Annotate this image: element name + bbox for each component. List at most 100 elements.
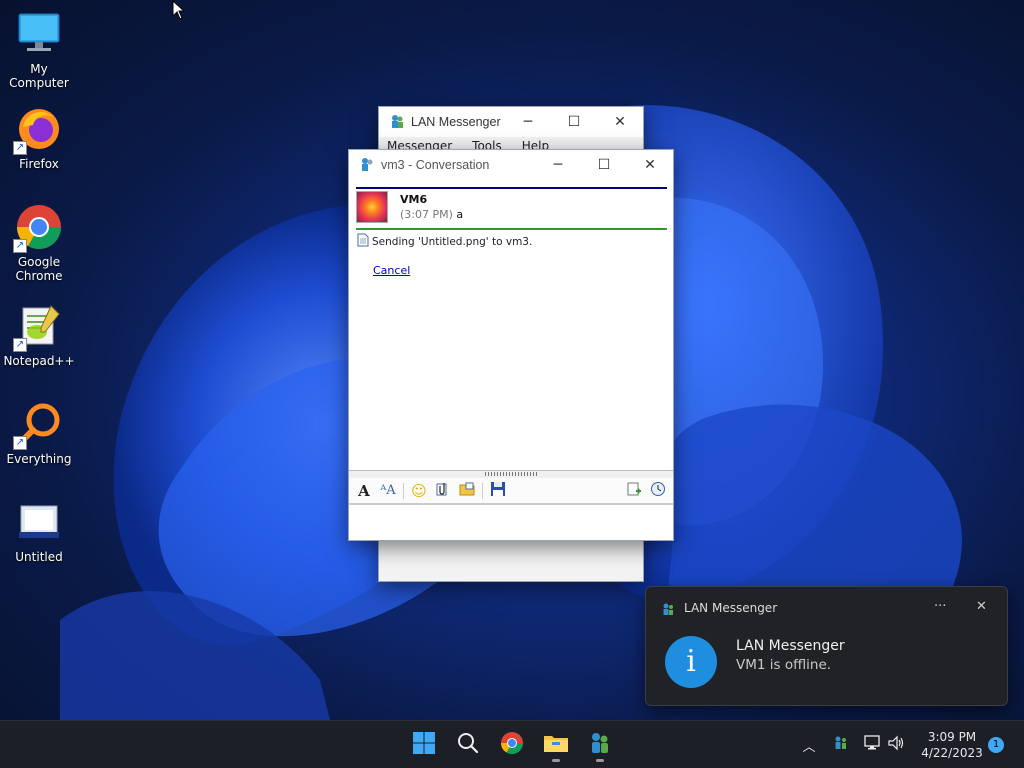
conversation-app-icon [359,156,375,175]
toast-app-icon [661,601,675,620]
save-button[interactable] [489,481,507,501]
shortcut-arrow-icon: ↗ [13,338,27,352]
cancel-link[interactable]: Cancel [373,264,410,277]
font-icon: A [358,481,370,500]
smiley-icon: ☺ [411,481,427,500]
minimize-button[interactable]: ─ [505,107,551,137]
font-color-button[interactable]: ᴬA [379,482,397,500]
history-button[interactable] [649,481,667,501]
notification-center-button[interactable]: 1 [988,721,1004,768]
floppy-disk-icon [490,481,506,501]
network-button[interactable] [862,721,884,768]
message-time: (3:07 PM) [400,208,453,221]
lan-messenger-title: LAN Messenger [411,115,501,129]
mouse-cursor-icon [172,0,186,20]
close-button[interactable]: ✕ [627,150,673,180]
message-input[interactable] [349,504,673,540]
info-icon: i [665,636,717,688]
desktop-icon-google-chrome[interactable]: ↗ Google Chrome [0,203,78,283]
folder-icon [543,731,569,759]
minimize-icon: ─ [553,157,563,173]
toast-close-button[interactable]: ✕ [976,599,987,614]
emoticon-button[interactable]: ☺ [410,482,428,500]
speaker-icon [888,735,906,755]
clock-date: 4/22/2023 [921,746,983,760]
search-icon [456,731,480,759]
running-indicator [596,759,604,762]
splitter-grip [485,472,539,476]
maximize-icon: ☐ [567,114,581,130]
toast-app-name: LAN Messenger [684,601,778,615]
shortcut-arrow-icon: ↗ [13,436,27,450]
search-button[interactable] [452,729,484,761]
folder-icon [459,481,475,501]
shortcut-arrow-icon: ↗ [13,239,27,253]
file-icon [357,233,369,250]
send-file-button[interactable] [434,482,452,500]
conversation-toolbar: A ᴬA ☺ [349,478,673,504]
clock-button[interactable]: 3:09 PM 4/22/2023 [916,721,988,768]
taskbar-lan-messenger-button[interactable] [584,729,616,762]
tray-lan-messenger-button[interactable] [830,721,852,768]
maximize-button[interactable]: ☐ [581,150,627,180]
conversation-title: vm3 - Conversation [381,158,490,172]
message-header-rule [356,187,667,189]
minimize-button[interactable]: ─ [535,150,581,180]
history-clock-icon [650,481,666,501]
monitor-icon [15,10,63,58]
toast-body: VM1 is offline. [736,657,832,673]
windows-logo-icon [412,731,436,759]
desktop-icon-firefox[interactable]: ↗ Firefox [0,105,78,171]
desktop-icon-my-computer[interactable]: My Computer [0,10,78,90]
taskbar-file-explorer-button[interactable] [540,729,572,762]
taskbar-chrome-button[interactable] [496,729,528,761]
splitter-handle[interactable] [349,470,673,478]
notepad-plus-plus-icon: ↗ [13,302,63,352]
lan-messenger-titlebar[interactable]: LAN Messenger ─ ☐ ✕ [379,107,643,137]
clock-time: 3:09 PM [927,730,977,744]
notification-badge: 1 [988,737,1004,753]
everything-search-icon: ↗ [13,400,63,450]
desktop-icon-untitled[interactable]: Untitled [0,498,78,564]
conversation-window[interactable]: vm3 - Conversation ─ ☐ ✕ VM6 (3:07 PM) a… [348,149,674,541]
chevron-up-icon: ︿ [802,739,816,755]
message-history[interactable]: VM6 (3:07 PM) a Sending 'Untitled.png' t… [349,180,673,470]
desktop: My Computer ↗ Firefox ↗ Google Chrome ↗ … [0,0,1024,720]
add-document-icon [626,481,642,501]
taskbar: ︿ 3:09 PM 4/22/2023 1 [0,720,1024,768]
message-line: (3:07 PM) a [400,208,463,221]
font-color-icon: ᴬA [380,483,396,498]
show-hidden-icons-button[interactable]: ︿ [798,721,820,768]
running-indicator [552,759,560,762]
toolbar-separator [403,482,404,499]
volume-button[interactable] [886,721,908,768]
toast-more-button[interactable]: ··· [934,599,946,614]
chrome-icon [500,731,524,759]
conversation-titlebar[interactable]: vm3 - Conversation ─ ☐ ✕ [349,150,673,180]
close-icon: ✕ [644,157,656,173]
file-transfer-line: Sending 'Untitled.png' to vm3. [357,233,532,250]
shortcut-arrow-icon: ↗ [13,141,27,155]
close-button[interactable]: ✕ [597,107,643,137]
desktop-icon-everything[interactable]: ↗ Everything [0,400,78,466]
chrome-icon: ↗ [13,203,63,253]
minimize-icon: ─ [523,114,533,130]
send-folder-button[interactable] [458,482,476,500]
lan-messenger-tray-icon [833,735,849,755]
maximize-icon: ☐ [597,157,611,173]
start-button[interactable] [408,729,440,761]
desktop-icon-notepad-plus-plus[interactable]: ↗ Notepad++ [0,302,78,368]
toast-notification[interactable]: LAN Messenger ··· ✕ i LAN Messenger VM1 … [645,586,1008,706]
firefox-icon: ↗ [13,105,63,155]
add-users-button[interactable] [625,482,643,500]
maximize-button[interactable]: ☐ [551,107,597,137]
image-file-icon [15,498,63,546]
toast-heading: LAN Messenger [736,638,845,654]
avatar [356,191,388,223]
message-sender: VM6 [400,193,428,206]
paperclip-icon [435,481,451,501]
font-button[interactable]: A [355,482,373,500]
network-monitor-icon [864,735,882,755]
message-rule [356,228,667,230]
close-icon: ✕ [614,114,626,130]
